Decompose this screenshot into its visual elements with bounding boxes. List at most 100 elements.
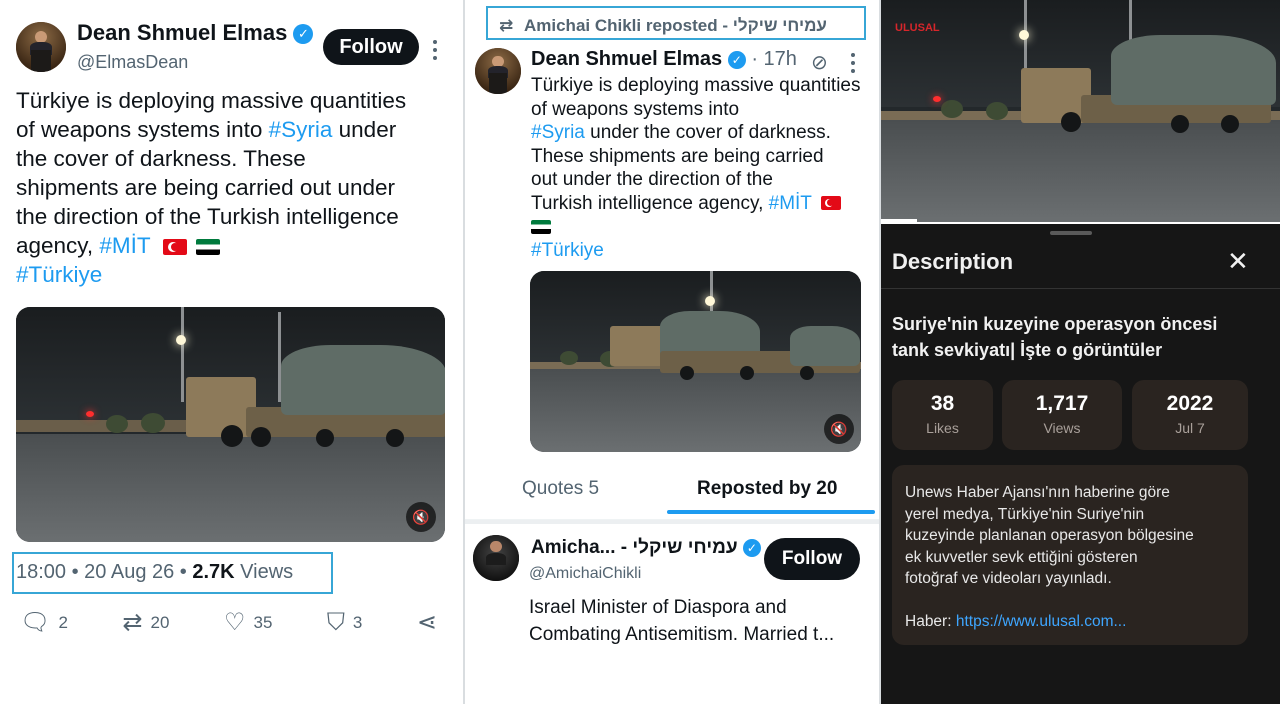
user-handle[interactable]: @AmichaiChikli	[529, 565, 641, 583]
tweet-video[interactable]: 🔇	[16, 307, 445, 542]
date-stat: 2022 Jul 7	[1132, 380, 1248, 450]
author-name[interactable]: Dean Shmuel Elmas ✓	[77, 20, 314, 46]
tweet-video[interactable]: 🔇	[530, 271, 861, 452]
grok-icon[interactable]: ⊘	[811, 50, 828, 75]
tweet-line: These shipments are being carried	[531, 145, 824, 167]
views-label: Views	[234, 561, 294, 583]
sheet-divider	[881, 288, 1280, 289]
video-title: Suriye'nin kuzeyine operasyon öncesi tan…	[892, 311, 1272, 363]
tab-quotes[interactable]: Quotes 5	[522, 478, 599, 500]
tweet-text-segment: under	[332, 117, 397, 142]
reposted-by-text[interactable]: Amichai Chikli reposted - עמיחי שיקלי	[524, 16, 827, 35]
close-icon[interactable]: ✕	[1227, 246, 1249, 277]
turkey-flag-icon	[820, 196, 841, 211]
tab-reposted-by[interactable]: Reposted by 20	[697, 478, 837, 500]
hashtag-syria-link[interactable]: #Syria	[531, 122, 585, 143]
drag-handle[interactable]	[1050, 231, 1092, 235]
like-button[interactable]: ♡ 35	[224, 608, 272, 637]
tweet-line: Turkish intelligence agency, #MİT	[531, 192, 876, 216]
youtube-description-panel: ULUSAL Description ✕ Suriye'nin kuzeyine…	[881, 0, 1280, 704]
title-line: tank sevkiyatı| İşte o görüntüler	[892, 340, 1163, 360]
author-name[interactable]: Dean Shmuel Elmas	[531, 48, 722, 70]
verified-badge-icon: ✓	[727, 50, 746, 69]
turkey-flag-icon	[162, 239, 187, 256]
user-bio: Israel Minister of Diaspora and Combatin…	[529, 594, 874, 648]
description-line: Unews Haber Ajansı'nın haberine göre	[905, 484, 1170, 501]
tweet-detail-panel: Dean Shmuel Elmas ✓ @ElmasDean Follow Tü…	[0, 0, 463, 704]
upload-date: Jul 7	[1175, 420, 1205, 436]
tweet-line: of weapons systems into	[531, 98, 740, 120]
tweet-line: the direction of the Turkish intelligenc…	[16, 204, 399, 229]
tweet-actions: 🗨 2 ⇄ 20 ♡ 35 ⛉ 3 ⋖	[20, 608, 445, 637]
bookmark-count: 3	[352, 612, 363, 632]
description-line: kuzeyinde planlanan operasyon bölgesine	[905, 527, 1194, 544]
hashtag-mit-link[interactable]: #MİT	[769, 193, 812, 214]
tweet-line: Türkiye is deploying massive quantities	[531, 75, 861, 96]
more-options-icon[interactable]	[433, 40, 439, 64]
syria-flag-icon	[195, 239, 220, 256]
tweet-meta: 18:00 • 20 Aug 26 • 2.7K Views	[16, 561, 293, 584]
description-line: yerel medya, Türkiye'nin Suriye'nin	[905, 505, 1145, 523]
author-avatar[interactable]	[16, 22, 66, 72]
like-count: 35	[253, 612, 273, 632]
tweet-text-segment: of weapons systems into	[16, 117, 269, 142]
follow-button[interactable]: Follow	[323, 29, 419, 65]
description-line: ek kuvvetler sevk ettiğini gösteren	[905, 548, 1138, 566]
heart-icon: ♡	[223, 609, 246, 636]
bookmark-icon: ⛉	[326, 608, 345, 636]
reposts-panel: ⇄ Amichai Chikli reposted - עמיחי שיקלי …	[465, 0, 879, 704]
hashtag-turkiye-link[interactable]: #Türkiye	[531, 239, 876, 263]
verified-badge-icon: ✓	[742, 538, 761, 557]
channel-watermark: ULUSAL	[895, 22, 940, 34]
video-progress-played[interactable]	[881, 219, 917, 222]
share-icon: ⋖	[416, 609, 437, 636]
syria-flag-icon	[531, 219, 551, 234]
likes-stat: 38 Likes	[892, 380, 993, 450]
author-name-text[interactable]: Dean Shmuel Elmas	[77, 20, 287, 45]
description-line: fotoğraf ve videoları yayınladı.	[905, 570, 1112, 587]
reply-count: 2	[58, 612, 68, 632]
views-count: 2.7K	[192, 561, 235, 583]
hashtag-mit-link[interactable]: #MİT	[99, 233, 150, 258]
upload-year: 2022	[1166, 392, 1214, 415]
author-handle[interactable]: @ElmasDean	[77, 52, 188, 73]
video-player[interactable]: ULUSAL	[881, 0, 1280, 222]
repost-button[interactable]: ⇄ 20	[122, 608, 169, 637]
mute-icon[interactable]: 🔇	[406, 502, 436, 532]
active-tab-indicator	[667, 510, 875, 514]
title-line: Suriye'nin kuzeyine operasyon öncesi	[892, 314, 1218, 334]
timestamp-link[interactable]: 18:00 • 20 Aug 26 •	[16, 561, 192, 583]
tweet-line: shipments are being carried out under	[16, 175, 395, 200]
source-link[interactable]: https://www.ulusal.com...	[956, 613, 1127, 630]
hashtag-syria-link[interactable]: #Syria	[269, 117, 333, 142]
hashtag-turkiye-link[interactable]: #Türkiye	[16, 260, 456, 289]
share-button[interactable]: ⋖	[417, 608, 445, 637]
tweet-text: Türkiye is deploying massive quantities …	[16, 86, 456, 289]
user-name-text[interactable]: Amicha... - עמיחי שיקלי	[531, 537, 738, 558]
mute-icon[interactable]: 🔇	[824, 414, 854, 444]
tweet-line: the cover of darkness. These	[16, 146, 306, 171]
tweet-time[interactable]: · 17h	[751, 48, 797, 70]
tweet-line: #Syria under the cover of darkness.	[531, 121, 876, 145]
reply-button[interactable]: 🗨 2	[20, 608, 68, 637]
reply-icon: 🗨	[20, 609, 51, 636]
author-avatar[interactable]	[475, 48, 521, 94]
tweet-line	[531, 215, 876, 239]
tweet-text-segment: agency,	[16, 233, 100, 258]
tweet-header: Dean Shmuel Elmas ✓ · 17h	[531, 48, 797, 71]
user-avatar[interactable]	[473, 535, 519, 581]
likes-label: Likes	[926, 420, 959, 436]
views-count: 1,717	[1035, 392, 1089, 415]
tweet-line: Türkiye is deploying massive quantities	[16, 88, 407, 113]
bookmark-button[interactable]: ⛉ 3	[327, 609, 362, 637]
tab-bar: Quotes 5 Reposted by 20	[465, 460, 879, 520]
sheet-title: Description	[892, 249, 1014, 274]
tweet-line: of weapons systems into #Syria under	[16, 115, 456, 144]
follow-button[interactable]: Follow	[764, 538, 860, 580]
views-label: Views	[1043, 420, 1081, 436]
bio-line: Israel Minister of Diaspora and	[529, 597, 787, 618]
description-box: Unews Haber Ajansı'nın haberine göre yer…	[892, 465, 1248, 645]
repost-small-icon: ⇄	[499, 16, 514, 35]
views-stat: 1,717 Views	[1002, 380, 1122, 450]
user-name[interactable]: Amicha... - עמיחי שיקלי ✓	[531, 537, 761, 559]
